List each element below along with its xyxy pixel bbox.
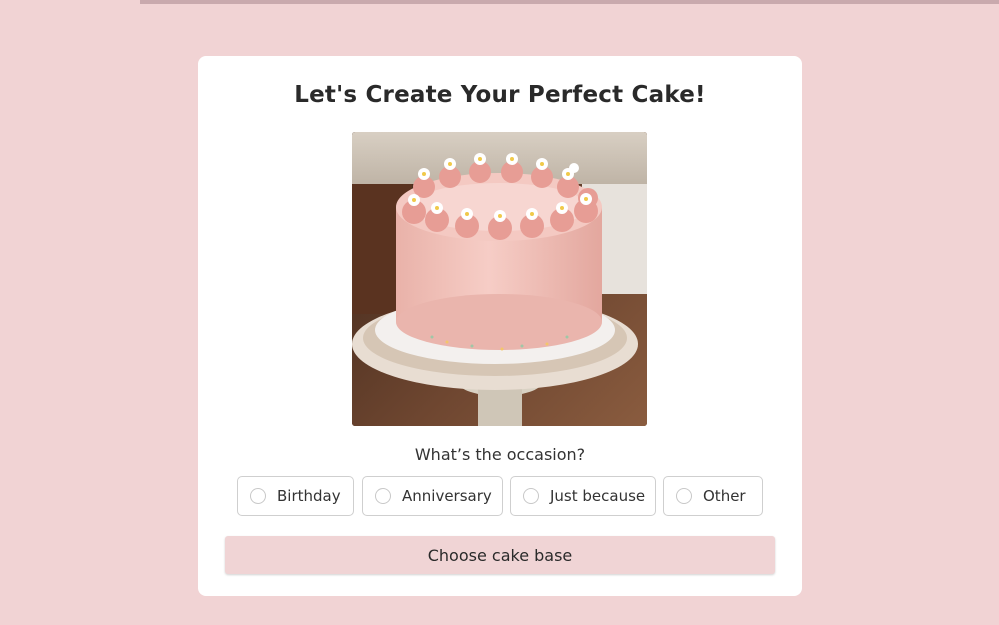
radio-circle[interactable]	[250, 488, 266, 504]
occasion-card: Let's Create Your Perfect Cake! What’s t…	[198, 56, 802, 596]
occasion-question: What’s the occasion?	[414, 445, 586, 464]
option-label: Birthday	[277, 487, 341, 505]
radio-circle[interactable]	[523, 488, 539, 504]
option-label: Other	[703, 487, 746, 505]
option-birthday[interactable]: Birthday	[237, 476, 354, 516]
option-just-because[interactable]: Just because	[510, 476, 656, 516]
progress-bar	[140, 0, 999, 4]
option-other[interactable]: Other	[663, 476, 763, 516]
option-label: Anniversary	[402, 487, 492, 505]
cake-image	[352, 132, 647, 426]
radio-circle[interactable]	[375, 488, 391, 504]
page-title: Let's Create Your Perfect Cake!	[294, 82, 706, 108]
choose-cake-base-button[interactable]: Choose cake base	[225, 536, 775, 574]
option-label: Just because	[550, 487, 646, 505]
radio-circle[interactable]	[676, 488, 692, 504]
option-anniversary[interactable]: Anniversary	[362, 476, 503, 516]
